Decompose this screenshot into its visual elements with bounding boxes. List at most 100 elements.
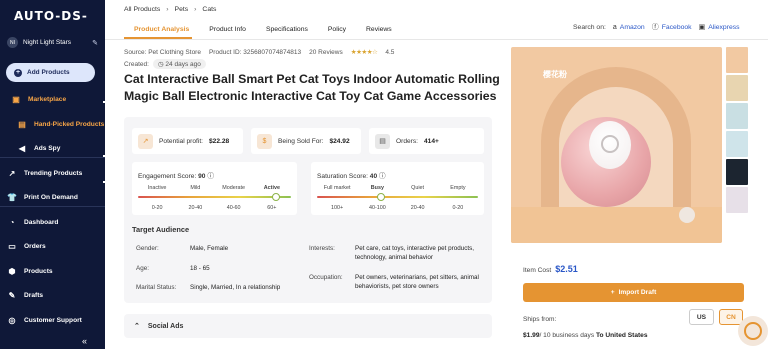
- breadcrumb-item[interactable]: Cats: [202, 6, 216, 13]
- orders-card: ▤ Orders: 414+: [369, 128, 484, 154]
- sidebar-item-marketplace[interactable]: ▣ Marketplace: [0, 91, 105, 107]
- chevron-right-icon: ›: [166, 6, 169, 13]
- product-main-image[interactable]: 樱花粉: [511, 47, 722, 243]
- thumbnail[interactable]: [726, 75, 748, 101]
- facebook-link[interactable]: ⓕ Facebook: [652, 22, 692, 32]
- thumbnail[interactable]: [726, 187, 748, 213]
- info-icon[interactable]: ⓘ: [207, 173, 214, 180]
- engagement-score-knob: [271, 193, 280, 201]
- thumbnail[interactable]: [726, 103, 748, 129]
- add-products-button[interactable]: + Add Products: [6, 63, 95, 82]
- being-sold-for-value: $24.92: [329, 137, 350, 145]
- image-color-tag: 樱花粉: [543, 70, 567, 79]
- breadcrumb-item[interactable]: All Products: [124, 6, 160, 13]
- reviews-count[interactable]: 20 Reviews: [309, 49, 343, 56]
- source-store: Source: Pet Clothing Store: [124, 48, 201, 56]
- item-cost: Item Cost $2.51: [523, 264, 578, 274]
- sidebar-item-label: Ads Spy: [34, 144, 61, 152]
- tab-product-analysis[interactable]: Product Analysis: [124, 22, 199, 36]
- orders-label: Orders:: [396, 137, 418, 145]
- pencil-icon[interactable]: ✎: [92, 39, 98, 47]
- shipping-info: $1.99/ 10 business days To United States: [523, 332, 648, 339]
- tab-specifications[interactable]: Specifications: [256, 22, 318, 36]
- sidebar-item-drafts[interactable]: ✎ Drafts: [0, 287, 105, 303]
- info-icon[interactable]: ⓘ: [379, 173, 386, 180]
- tab-product-info[interactable]: Product Info: [199, 22, 256, 36]
- power-symbol: [601, 135, 619, 153]
- aliexpress-link[interactable]: ▣ Aliexpress: [698, 23, 740, 32]
- level-label: Empty: [450, 185, 466, 191]
- created-info: Created: ◷ 24 days ago: [124, 59, 206, 69]
- engagement-range-labels: 0-20 20-40 40-60 60+: [138, 205, 291, 211]
- store-selector[interactable]: NI Night Light Stars ✎: [7, 37, 98, 48]
- saturation-level-labels: Full market Busy Quiet Empty: [317, 185, 478, 191]
- amazon-link[interactable]: a Amazon: [613, 24, 645, 31]
- rating-value: 4.5: [385, 48, 395, 56]
- collapse-sidebar-icon[interactable]: «: [82, 336, 87, 346]
- sidebar-item-customer-support[interactable]: ◎ Customer Support: [0, 312, 105, 328]
- store-avatar: NI: [7, 37, 18, 48]
- breadcrumb-item[interactable]: Pets: [175, 6, 189, 13]
- product-tabs: Product Analysis Product Info Specificat…: [124, 22, 402, 36]
- thumbnail[interactable]: [726, 47, 748, 73]
- sidebar-item-trending-products[interactable]: ↗ Trending Products: [0, 165, 105, 181]
- header-divider: [105, 39, 768, 40]
- engagement-score-title: Engagement Score: 90 ⓘ: [138, 170, 214, 180]
- created-date-value: 24 days ago: [165, 61, 201, 68]
- social-ads-section[interactable]: ⌃ Social Ads: [124, 314, 492, 338]
- plus-icon: +: [610, 289, 615, 296]
- gender-value: Male, Female: [190, 245, 229, 252]
- engagement-level-labels: Inactive Mild Moderate Active: [138, 185, 291, 191]
- sidebar-item-products[interactable]: ⬢ Products: [0, 263, 105, 279]
- box-icon: ⬢: [8, 266, 16, 276]
- shipping-price: $1.99: [523, 332, 540, 339]
- saturation-score-title: Saturation Score: 40 ⓘ: [317, 170, 386, 180]
- sidebar-item-label: Print On Demand: [24, 193, 78, 201]
- chat-support-button[interactable]: [738, 316, 768, 346]
- thumbnail[interactable]: [726, 159, 748, 185]
- import-draft-label: Import Draft: [618, 289, 657, 296]
- plus-icon: +: [14, 68, 22, 77]
- aliexpress-icon: ▣: [698, 24, 706, 31]
- sidebar-item-orders[interactable]: ▭ Orders: [0, 238, 105, 254]
- search-on-links: Search on: a Amazon ⓕ Facebook ▣ Aliexpress: [573, 22, 740, 32]
- saturation-score-label: Saturation Score:: [317, 173, 368, 180]
- autods-logo[interactable]: AUTO-DS-: [14, 9, 88, 23]
- chevron-up-icon: ⌃: [134, 323, 140, 330]
- sidebar-item-label: Trending Products: [24, 169, 83, 177]
- range-label: 0-20: [151, 205, 163, 211]
- tab-reviews[interactable]: Reviews: [356, 22, 402, 36]
- facebook-icon: ⓕ: [651, 24, 659, 31]
- chat-icon: [744, 322, 762, 340]
- ship-from-us-button[interactable]: US: [689, 309, 714, 325]
- trending-icon: ↗: [8, 168, 16, 178]
- sidebar-item-hand-picked-products[interactable]: ▤ Hand-Picked Products: [0, 116, 105, 132]
- range-label: 0-20: [452, 205, 464, 211]
- product-id: Product ID: 3256807074874813: [208, 48, 302, 56]
- amazon-icon: a: [612, 23, 617, 31]
- facebook-link-label: Facebook: [661, 23, 692, 31]
- sidebar-item-ads-spy[interactable]: ◀ Ads Spy: [0, 140, 105, 156]
- breadcrumb: All Products › Pets › Cats: [124, 6, 216, 13]
- sidebar-item-label: Orders: [24, 242, 46, 250]
- saturation-range-labels: 100+ 40-100 20-40 0-20: [317, 205, 478, 211]
- item-cost-label: Item Cost: [523, 267, 552, 274]
- saturation-score-bar: [317, 196, 478, 198]
- sidebar-item-label: Dashboard: [24, 218, 59, 226]
- import-draft-button[interactable]: + Import Draft: [523, 283, 744, 302]
- image-thumbnails: [726, 47, 750, 215]
- aliexpress-link-label: Aliexpress: [708, 23, 740, 31]
- sidebar-item-dashboard[interactable]: ◔ Dashboard: [0, 214, 105, 230]
- sidebar-edge-marker: [103, 181, 106, 183]
- level-label: Busy: [370, 185, 384, 191]
- orders-icon: ▭: [8, 241, 16, 251]
- saturation-score-card: Saturation Score: 40 ⓘ Full market Busy …: [311, 162, 484, 215]
- sidebar-item-label: Hand-Picked Products: [34, 120, 105, 128]
- thumbnail[interactable]: [726, 131, 748, 157]
- being-sold-for-card: $ Being Sold For: $24.92: [251, 128, 361, 154]
- marital-status-value: Single, Married, In a relationship: [190, 284, 281, 291]
- sidebar-item-print-on-demand[interactable]: 👕 Print On Demand: [0, 189, 105, 205]
- tab-policy[interactable]: Policy: [318, 22, 356, 36]
- level-label: Quiet: [411, 185, 425, 191]
- level-label: Inactive: [147, 185, 167, 191]
